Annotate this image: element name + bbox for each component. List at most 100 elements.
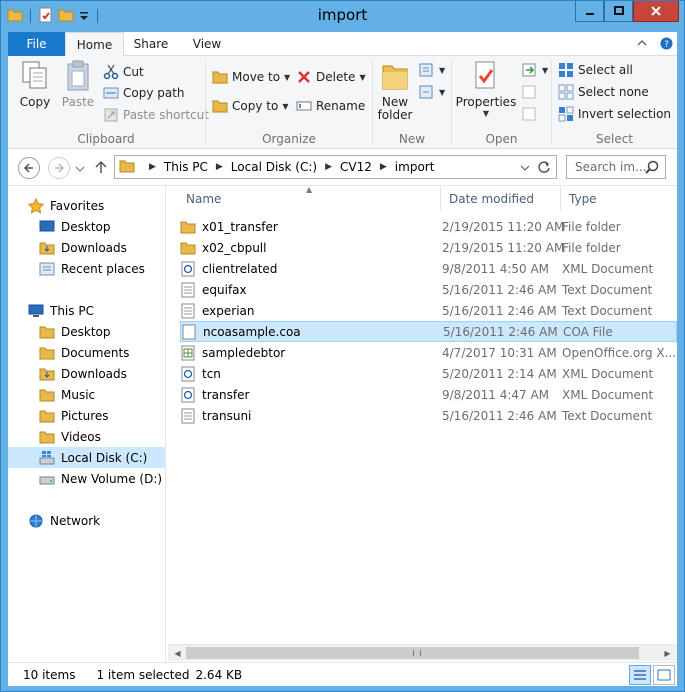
- downloads-folder-icon: [39, 366, 55, 382]
- breadcrumb-separator-icon[interactable]: ▶: [216, 162, 223, 172]
- pictures-folder-icon: [39, 408, 55, 424]
- text-file-icon: [180, 408, 196, 424]
- nav-pc-videos[interactable]: Videos: [8, 426, 165, 447]
- breadcrumb-separator-icon[interactable]: ▶: [380, 162, 387, 172]
- tab-home[interactable]: Home: [65, 32, 124, 57]
- paste-shortcut-button[interactable]: Paste shortcut: [103, 107, 209, 123]
- select-none-button[interactable]: Select none: [558, 84, 649, 100]
- recent-places-icon: [39, 261, 55, 277]
- properties-button[interactable]: Properties ▼: [456, 60, 516, 118]
- chevron-up-icon[interactable]: [636, 37, 648, 53]
- copy-button[interactable]: Copy: [16, 60, 54, 109]
- dropdown-caret-icon: ▼: [482, 109, 490, 118]
- open-group-label: Open: [485, 132, 518, 146]
- details-view-button[interactable]: [629, 665, 651, 685]
- column-header-type[interactable]: Type: [561, 186, 677, 211]
- breadcrumb-this-pc[interactable]: This PC: [164, 160, 208, 174]
- large-icons-view-button[interactable]: [653, 665, 675, 685]
- column-header-date[interactable]: Date modified: [441, 186, 561, 211]
- music-folder-icon: [39, 387, 55, 403]
- horizontal-scrollbar[interactable]: ◀ ▶: [168, 644, 677, 661]
- search-box[interactable]: Search im...: [566, 155, 666, 179]
- forward-button[interactable]: [48, 157, 70, 179]
- new-group-label: New: [398, 132, 426, 146]
- up-button[interactable]: [94, 160, 108, 177]
- nav-pc-new-volume[interactable]: New Volume (D:): [8, 468, 165, 489]
- navigation-bar: ▶ This PC ▶ Local Disk (C:) ▶ CV12 ▶ imp…: [8, 149, 677, 185]
- tab-share[interactable]: Share: [126, 32, 176, 56]
- main-content: Favorites Desktop Downloads Recent place…: [8, 185, 677, 663]
- history-icon: [522, 107, 536, 121]
- help-icon[interactable]: ?: [660, 37, 673, 53]
- drive-icon: [39, 471, 55, 487]
- nav-pc-downloads[interactable]: Downloads: [8, 363, 165, 384]
- nav-favorites-recent-places[interactable]: Recent places: [8, 258, 165, 279]
- minimize-button[interactable]: [575, 1, 604, 22]
- nav-network[interactable]: Network: [8, 510, 165, 531]
- copy-path-button[interactable]: Copy path: [103, 85, 185, 101]
- file-row-ncoasample[interactable]: ncoasample.coa 5/16/2011 2:46 AM COA Fil…: [180, 321, 677, 342]
- easy-access-button[interactable]: ▼: [419, 84, 445, 100]
- cut-button[interactable]: Cut: [103, 64, 144, 80]
- nav-pc-music[interactable]: Music: [8, 384, 165, 405]
- nav-favorites-desktop[interactable]: Desktop: [8, 216, 165, 237]
- new-item-button[interactable]: ▼: [419, 62, 445, 78]
- select-group: Select all Select none Invert selection …: [552, 56, 677, 149]
- file-row-x01-transfer[interactable]: x01_transfer 2/19/2015 11:20 AM File fol…: [180, 216, 677, 237]
- search-input[interactable]: Search im...: [575, 160, 647, 174]
- arrow-up-icon: [95, 160, 107, 173]
- nav-pc-pictures[interactable]: Pictures: [8, 405, 165, 426]
- select-all-button[interactable]: Select all: [558, 62, 633, 78]
- file-row-transuni[interactable]: transuni 5/16/2011 2:46 AM Text Document: [180, 405, 677, 426]
- paste-button[interactable]: Paste: [60, 60, 96, 109]
- close-button[interactable]: [633, 1, 679, 22]
- tab-view[interactable]: View: [182, 32, 232, 56]
- edit-button[interactable]: [522, 84, 538, 100]
- breadcrumb-separator-icon[interactable]: ▶: [325, 162, 332, 172]
- maximize-button[interactable]: [604, 1, 633, 22]
- file-row-x02-cbpull[interactable]: x02_cbpull 2/19/2015 11:20 AM File folde…: [180, 237, 677, 258]
- rename-button[interactable]: Rename: [296, 98, 365, 114]
- file-row-equifax[interactable]: equifax 5/16/2011 2:46 AM Text Document: [180, 279, 677, 300]
- windows-drive-icon: [39, 450, 55, 466]
- scroll-left-icon[interactable]: ◀: [170, 647, 185, 660]
- new-group: New folder ▼ ▼ New: [373, 56, 451, 149]
- file-row-tcn[interactable]: tcn 5/20/2011 2:14 AM XML Document: [180, 363, 677, 384]
- arrow-left-icon: [23, 163, 33, 173]
- file-row-sampledebtor[interactable]: sampledebtor 4/7/2017 10:31 AM OpenOffic…: [180, 342, 677, 363]
- breadcrumb-local-disk[interactable]: Local Disk (C:): [231, 160, 317, 174]
- scrollbar-thumb[interactable]: [186, 647, 639, 659]
- new-folder-button[interactable]: New folder: [377, 60, 413, 122]
- address-bar[interactable]: ▶ This PC ▶ Local Disk (C:) ▶ CV12 ▶ imp…: [114, 155, 557, 179]
- maximize-icon: [613, 6, 624, 15]
- open-button[interactable]: ▼: [522, 62, 548, 78]
- refresh-icon[interactable]: [537, 160, 551, 177]
- delete-button[interactable]: Delete ▼: [296, 69, 366, 85]
- history-button[interactable]: [522, 106, 538, 122]
- delete-x-icon: [298, 71, 310, 83]
- file-row-experian[interactable]: experian 5/16/2011 2:46 AM Text Document: [180, 300, 677, 321]
- breadcrumb-import[interactable]: import: [395, 160, 435, 174]
- close-icon: [651, 6, 661, 16]
- star-icon: [28, 197, 44, 214]
- back-button[interactable]: [18, 157, 40, 179]
- scroll-right-icon[interactable]: ▶: [660, 647, 675, 660]
- tab-file[interactable]: File: [8, 32, 65, 56]
- nav-pc-documents[interactable]: Documents: [8, 342, 165, 363]
- nav-favorites[interactable]: Favorites: [8, 195, 165, 216]
- nav-favorites-downloads[interactable]: Downloads: [8, 237, 165, 258]
- file-row-transfer[interactable]: transfer 9/8/2011 4:47 AM XML Document: [180, 384, 677, 405]
- nav-this-pc[interactable]: This PC: [8, 300, 165, 321]
- search-icon[interactable]: [645, 160, 659, 177]
- recent-locations-button[interactable]: [75, 163, 85, 177]
- file-row-clientrelated[interactable]: clientrelated 9/8/2011 4:50 AM XML Docum…: [180, 258, 677, 279]
- column-header-name[interactable]: Name ▲: [178, 185, 441, 211]
- nav-pc-desktop[interactable]: Desktop: [8, 321, 165, 342]
- invert-selection-button[interactable]: Invert selection: [558, 106, 671, 122]
- copy-to-button[interactable]: Copy to ▼: [212, 98, 288, 114]
- nav-pc-local-disk[interactable]: Local Disk (C:): [8, 447, 165, 468]
- move-to-button[interactable]: Move to ▼: [212, 69, 290, 85]
- address-dropdown-icon[interactable]: [520, 162, 530, 176]
- rename-icon: [296, 101, 312, 111]
- breadcrumb-cv12[interactable]: CV12: [340, 160, 372, 174]
